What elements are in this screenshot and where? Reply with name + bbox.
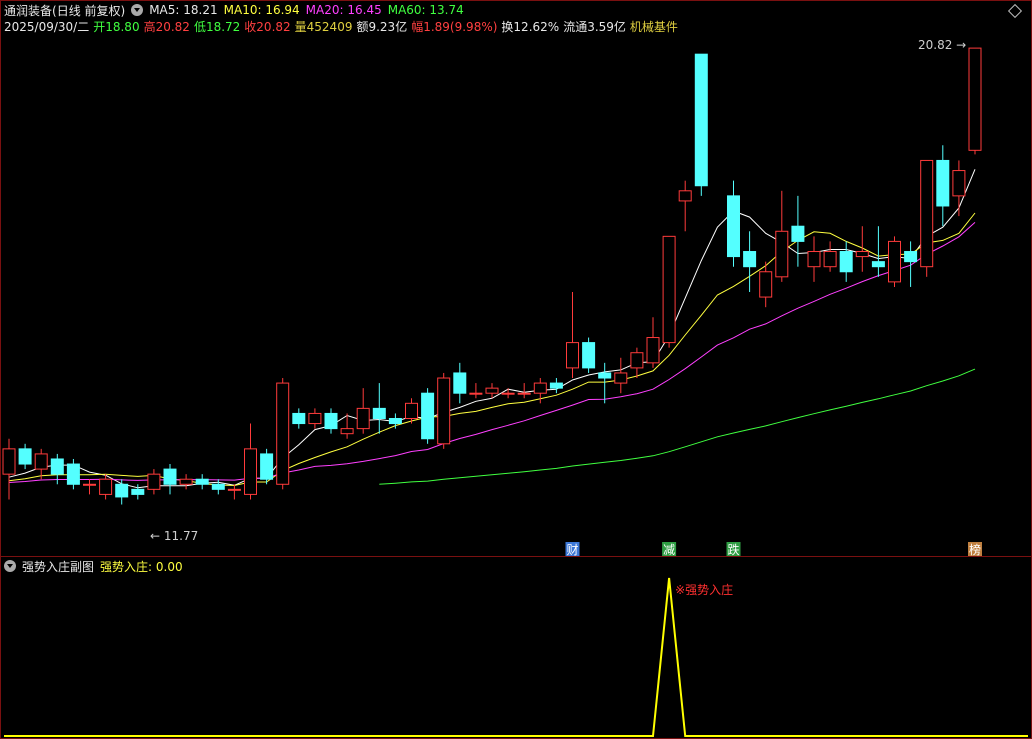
candle-body <box>2 448 16 475</box>
candle-body <box>582 342 596 369</box>
candle-body <box>743 251 757 268</box>
signal-label: ※强势入庄 <box>675 582 733 597</box>
candle-body <box>372 407 386 420</box>
candle-body <box>936 159 950 207</box>
candle-body <box>727 195 740 258</box>
candle-body <box>469 392 483 395</box>
candle-body <box>888 240 901 283</box>
event-marker-label: 财 <box>566 543 578 557</box>
candle-body <box>244 448 257 495</box>
candle-body <box>839 251 853 273</box>
candle-body <box>453 372 467 394</box>
candle-body <box>952 170 966 197</box>
candle-body <box>855 251 869 258</box>
candle-body <box>614 372 628 384</box>
candle-body <box>566 342 579 369</box>
candle-body <box>356 407 370 430</box>
ma5-line <box>8 169 976 489</box>
candle-body <box>227 488 241 491</box>
candle-body <box>260 453 274 480</box>
candle-body <box>791 225 805 242</box>
candle-body <box>968 47 982 151</box>
candle-body <box>485 387 499 394</box>
candle-body <box>759 271 773 298</box>
candle-body <box>50 458 64 475</box>
candle-body <box>598 372 612 379</box>
candle-body <box>920 159 934 268</box>
candle-body <box>211 483 225 490</box>
candlestick-chart[interactable]: 20.82 → ← 11.77 财 减 跌 榜 ※强势入庄 <box>0 0 1032 739</box>
candle-body <box>549 382 563 389</box>
candle-body <box>437 377 451 445</box>
candle-body <box>276 382 290 485</box>
candle-body <box>662 235 676 344</box>
candle-body <box>308 412 322 425</box>
candle-body <box>646 337 660 364</box>
candle-body <box>18 448 32 465</box>
candle-body <box>66 463 80 485</box>
candle-body <box>179 478 193 485</box>
candle-body <box>147 473 161 490</box>
candle-body <box>195 478 209 485</box>
low-price-label: ← 11.77 <box>150 529 198 543</box>
candle-body <box>163 468 177 485</box>
candle-body <box>405 402 418 420</box>
candle-body <box>807 251 821 268</box>
candle-body <box>823 251 837 268</box>
candle-body <box>533 382 547 394</box>
ma60-line <box>379 368 976 485</box>
indicator-line <box>4 577 1028 737</box>
candle-body <box>904 251 918 263</box>
candle-body <box>340 428 354 435</box>
candle-body <box>775 230 789 278</box>
candle-body <box>292 412 306 425</box>
candle-body <box>115 483 129 498</box>
candle-body <box>99 478 113 495</box>
high-price-label: 20.82 → <box>918 38 966 52</box>
candle-body <box>83 483 96 486</box>
candle-body <box>517 392 531 395</box>
event-marker-label: 榜 <box>969 542 981 557</box>
candle-body <box>324 412 338 430</box>
candle-body <box>421 392 435 440</box>
candle-body <box>34 453 48 470</box>
candle-body <box>131 488 145 495</box>
candle-body <box>694 53 708 187</box>
candle-body <box>501 392 515 395</box>
event-marker-label: 减 <box>663 543 675 557</box>
event-marker-label: 跌 <box>727 542 739 557</box>
candle-body <box>678 190 692 202</box>
candle-body <box>630 352 644 369</box>
candle-body <box>388 418 402 425</box>
candle-body <box>871 261 885 268</box>
